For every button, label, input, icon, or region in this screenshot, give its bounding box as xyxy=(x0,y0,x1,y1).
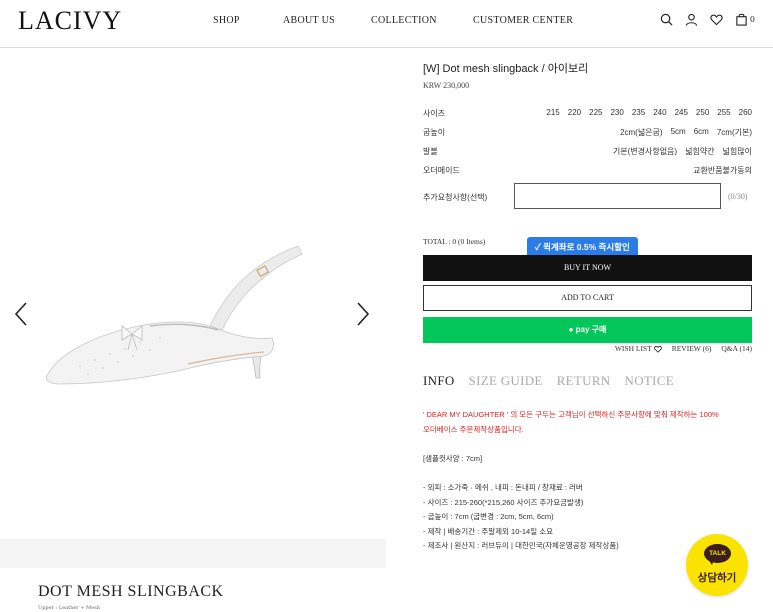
heart-outline-icon xyxy=(653,345,662,353)
option-heel-label: 굽높이 xyxy=(423,128,446,137)
product-image[interactable] xyxy=(40,234,310,398)
buy-now-button[interactable]: BUY IT NOW xyxy=(423,255,752,281)
info-tabs: INFO SIZE GUIDE RETURN NOTICE xyxy=(423,373,674,389)
header-icons: 0 xyxy=(660,13,755,26)
size-option[interactable]: 260 xyxy=(739,108,752,117)
size-option[interactable]: 240 xyxy=(653,108,666,117)
heel-option[interactable]: 2cm(넓은굽) xyxy=(620,127,663,138)
detail-line: - 사이즈 : 215-260(*215,260 사이즈 추가요금발생) xyxy=(423,498,584,507)
prev-arrow-icon[interactable] xyxy=(10,299,34,329)
wishlist-link[interactable]: WISH LIST xyxy=(615,344,662,353)
product-gallery: DOT MESH SLINGBACK Upper : Leather + Mes… xyxy=(0,49,386,612)
site-header: LACIVY SHOP ABOUT US COLLECTION CUSTOMER… xyxy=(0,0,773,48)
option-size-values: 215 220 225 230 235 240 245 250 255 260 xyxy=(546,108,752,117)
size-option[interactable]: 235 xyxy=(632,108,645,117)
caption-subtitle: Upper : Leather + Mesh xyxy=(38,605,100,611)
request-label: 추가요청사항(선택) xyxy=(423,193,488,202)
heel-option[interactable]: 7cm(기본) xyxy=(717,127,752,138)
product-title: [W] Dot mesh slingback / 아이보리 xyxy=(423,63,589,75)
option-heel-values: 2cm(넓은굽) 5cm 6cm 7cm(기본) xyxy=(620,127,752,138)
request-char-count: (0/30) xyxy=(728,192,748,201)
talk-label: 상담하기 xyxy=(697,572,737,584)
user-icon[interactable] xyxy=(685,13,698,26)
width-option[interactable]: 넓힘많이 xyxy=(723,146,752,157)
site-logo[interactable]: LACIVY xyxy=(18,6,122,36)
product-price: KRW 230,000 xyxy=(423,81,470,90)
size-option[interactable]: 250 xyxy=(696,108,709,117)
order-option[interactable]: 교환반품불가동의 xyxy=(693,165,752,176)
size-option[interactable]: 215 xyxy=(546,108,559,117)
cart-count: 0 xyxy=(749,15,755,24)
heel-option[interactable]: 6cm xyxy=(694,127,709,138)
nav-collection[interactable]: COLLECTION xyxy=(371,15,437,26)
talk-bubble-tail xyxy=(708,559,714,565)
request-input[interactable] xyxy=(514,183,721,209)
naver-pay-button[interactable]: ● pay 구매 xyxy=(423,317,752,343)
heart-icon[interactable] xyxy=(710,13,723,26)
tab-return[interactable]: RETURN xyxy=(557,373,611,389)
tab-info[interactable]: INFO xyxy=(423,373,455,389)
nav-about-us[interactable]: ABOUT US xyxy=(283,15,335,26)
cart-button[interactable]: 0 xyxy=(735,13,755,26)
size-option[interactable]: 230 xyxy=(610,108,623,117)
product-sublinks: WISH LIST REVIEW (6) Q&A (14) xyxy=(615,344,752,353)
caption-title: DOT MESH SLINGBACK xyxy=(38,583,224,600)
size-option[interactable]: 255 xyxy=(717,108,730,117)
bag-icon xyxy=(735,13,748,26)
kakao-talk-button[interactable]: TALK 상담하기 xyxy=(686,534,748,596)
size-option[interactable]: 225 xyxy=(589,108,602,117)
order-notice-line1: ' DEAR MY DAUGHTER ' 의 모든 구두는 고객님이 선택하신 … xyxy=(423,410,719,419)
size-option[interactable]: 245 xyxy=(675,108,688,117)
review-link[interactable]: REVIEW (6) xyxy=(672,344,712,353)
option-width-values: 기본(변경사항없음) 넓힘약간 넓힘많이 xyxy=(613,146,752,157)
search-icon[interactable] xyxy=(660,13,673,26)
option-order-values: 교환반품불가동의 xyxy=(693,165,752,176)
add-to-cart-button[interactable]: ADD TO CART xyxy=(423,285,752,311)
next-arrow-icon[interactable] xyxy=(350,299,374,329)
detail-line: - 제작 | 배송기간 : 주말제외 10-14일 소요 xyxy=(423,527,553,536)
width-option[interactable]: 기본(변경사항없음) xyxy=(613,146,677,157)
order-notice-line2: 오더베이스 주문제작상품입니다. xyxy=(423,425,524,434)
detail-line: - 굽높이 : 7cm (굽변경 : 2cm, 5cm, 6cm) xyxy=(423,512,554,521)
size-option[interactable]: 220 xyxy=(568,108,581,117)
sample-spec: [샘플컷사양 : 7cm] xyxy=(423,454,483,463)
width-option[interactable]: 넓힘약간 xyxy=(685,146,714,157)
tab-size-guide[interactable]: SIZE GUIDE xyxy=(469,373,543,389)
nav-shop[interactable]: SHOP xyxy=(213,15,240,26)
heel-option[interactable]: 5cm xyxy=(671,127,686,138)
option-size-label: 사이즈 xyxy=(423,109,446,118)
qna-link[interactable]: Q&A (14) xyxy=(721,344,752,353)
detail-line: - 제조사 | 원산지 : 러브듀이 | 대한민국(자체운영공장 제작상품) xyxy=(423,541,619,550)
nav-customer-center[interactable]: CUSTOMER CENTER xyxy=(473,15,573,26)
wishlist-label: WISH LIST xyxy=(614,344,652,353)
product-info: [W] Dot mesh slingback / 아이보리 KRW 230,00… xyxy=(386,49,773,612)
option-width-label: 발볼 xyxy=(423,147,438,156)
detail-line: - 외피 : 소가죽 · 메쉬 , 내피 : 돈내피 / 창재료 : 러버 xyxy=(423,483,583,492)
option-order-label: 오더메이드 xyxy=(423,166,460,175)
tab-notice[interactable]: NOTICE xyxy=(625,373,674,389)
total-summary: TOTAL : 0 (0 Items) xyxy=(423,237,486,246)
